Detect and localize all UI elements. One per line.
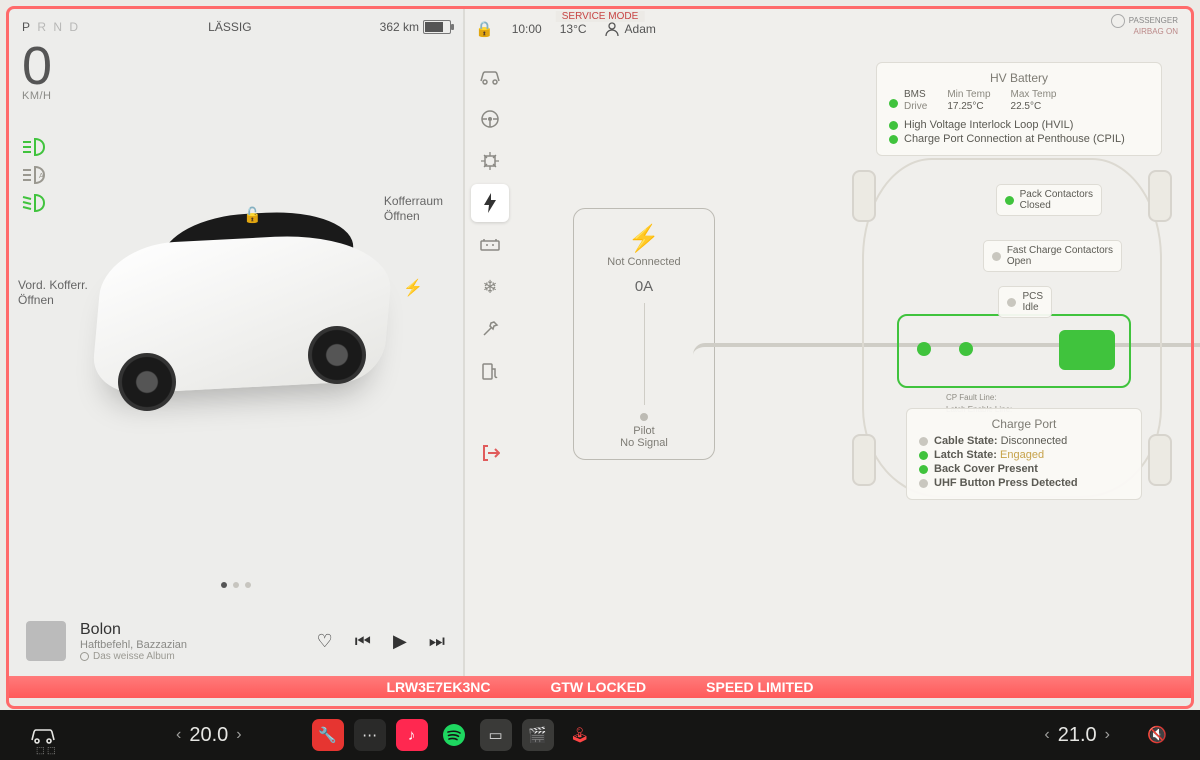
- hv-title: HV Battery: [889, 71, 1149, 85]
- card-pager[interactable]: [221, 582, 251, 588]
- media-bar: Bolon Haftbefehl, Bazzazian Das weisse A…: [8, 602, 463, 680]
- exit-service-button[interactable]: [471, 434, 509, 472]
- defrost-indicator-icon: ⬚ ⬚: [36, 745, 56, 756]
- trunk-button[interactable]: Kofferraum Öffnen: [384, 194, 443, 224]
- charge-port-card: Charge Port Cable State: Disconnected La…: [906, 408, 1142, 500]
- play-button[interactable]: ▶: [393, 631, 407, 652]
- range-battery: 362 km: [380, 20, 451, 34]
- service-pane: 🔒 10:00 13°C Adam PASSENGER AIRBAG ON ❄: [463, 8, 1192, 698]
- temp-left-down[interactable]: ‹: [176, 726, 181, 744]
- pilot-status: No Signal: [584, 437, 704, 449]
- temp-right-up[interactable]: ›: [1105, 726, 1110, 744]
- app-spotify-icon[interactable]: [438, 719, 470, 751]
- profile-name: LÄSSIG: [208, 20, 251, 34]
- temp-left-up[interactable]: ›: [236, 726, 241, 744]
- charge-connector-panel: ⚡ Not Connected 0A Pilot No Signal: [573, 208, 715, 460]
- user-profile-button[interactable]: Adam: [605, 22, 656, 36]
- gtw-status: GTW LOCKED: [550, 679, 646, 695]
- lock-icon[interactable]: 🔒: [475, 20, 494, 38]
- temp-left-value[interactable]: 20.0: [189, 724, 228, 747]
- nav-thermal-icon[interactable]: ❄: [471, 268, 509, 306]
- charge-port-title: Charge Port: [919, 417, 1129, 431]
- volume-button[interactable]: 🔇: [1140, 718, 1174, 752]
- app-theater-icon[interactable]: 🎬: [522, 719, 554, 751]
- track-album: Das weisse Album: [80, 651, 250, 662]
- bottom-dock: ⬚ ⬚ ‹ 20.0 › 🔧 ⋯ ♪ ▭ 🎬 🕹 ‹ 21.0 › 🔇: [0, 710, 1200, 760]
- nav-fuel-icon[interactable]: [471, 352, 509, 390]
- hv-battery-card: HV Battery BMSDrive Min Temp17.25°C Max …: [876, 62, 1162, 156]
- bolt-icon: ⚡: [584, 223, 704, 254]
- album-art[interactable]: [26, 621, 66, 661]
- app-more-icon[interactable]: ⋯: [354, 719, 386, 751]
- outside-temp: 13°C: [560, 22, 587, 36]
- charge-bolt-icon[interactable]: ⚡: [403, 278, 423, 298]
- cp-fault-line-label: CP Fault Line:: [946, 393, 997, 402]
- app-music-icon[interactable]: ♪: [396, 719, 428, 751]
- driver-cluster-pane: P R N D LÄSSIG 362 km 0 KM/H A: [8, 8, 463, 698]
- hvil-status: High Voltage Interlock Loop (HVIL): [904, 119, 1073, 131]
- nav-battery-icon[interactable]: [471, 226, 509, 264]
- track-artist: Haftbefehl, Bazzazian: [80, 639, 250, 651]
- prev-track-button[interactable]: ⏮: [355, 631, 371, 652]
- vehicle-visualization[interactable]: 🔓 ⚡ Vord. Kofferr. Öffnen Kofferraum Öff…: [8, 158, 463, 518]
- nav-charging-icon[interactable]: [471, 184, 509, 222]
- service-alert-bar: LRW3E7EK3NC GTW LOCKED SPEED LIMITED: [8, 676, 1192, 698]
- vin-text: LRW3E7EK3NC: [386, 679, 490, 695]
- headlight-low-icon: [22, 136, 50, 158]
- lock-icon[interactable]: 🔓: [243, 206, 262, 224]
- nav-tools-icon[interactable]: [471, 310, 509, 348]
- frunk-button[interactable]: Vord. Kofferr. Öffnen: [18, 278, 88, 308]
- nav-steering-icon[interactable]: [471, 100, 509, 138]
- temp-right-down[interactable]: ‹: [1044, 726, 1049, 744]
- app-arcade-icon[interactable]: 🕹: [564, 719, 596, 751]
- nav-vehicle-icon[interactable]: [471, 58, 509, 96]
- app-tunein-icon[interactable]: ▭: [480, 719, 512, 751]
- speed-limit-status: SPEED LIMITED: [706, 679, 813, 695]
- pack-contactors-card: Pack ContactorsClosed: [996, 184, 1102, 216]
- charge-port-graphic: [897, 314, 1131, 388]
- app-service-icon[interactable]: 🔧: [312, 719, 344, 751]
- cpil-status: Charge Port Connection at Penthouse (CPI…: [904, 133, 1125, 145]
- track-title: Bolon: [80, 621, 250, 639]
- pilot-label: Pilot: [584, 425, 704, 437]
- clock: 10:00: [512, 22, 542, 36]
- speedometer: 0 KM/H: [22, 44, 52, 102]
- like-button[interactable]: ♡: [317, 631, 333, 652]
- pcs-card: PCSIdle: [998, 286, 1052, 318]
- gear-indicator: P R N D: [20, 20, 80, 34]
- connector-status: Not Connected: [584, 256, 704, 268]
- fast-charge-contactors-card: Fast Charge ContactorsOpen: [983, 240, 1122, 272]
- charge-amperage: 0A: [584, 278, 704, 295]
- pilot-indicator: [640, 413, 648, 421]
- next-track-button[interactable]: ⏭: [429, 631, 445, 652]
- temp-right-value[interactable]: 21.0: [1058, 724, 1097, 747]
- passenger-airbag-status: PASSENGER AIRBAG ON: [1111, 14, 1178, 36]
- nav-chip-icon[interactable]: [471, 142, 509, 180]
